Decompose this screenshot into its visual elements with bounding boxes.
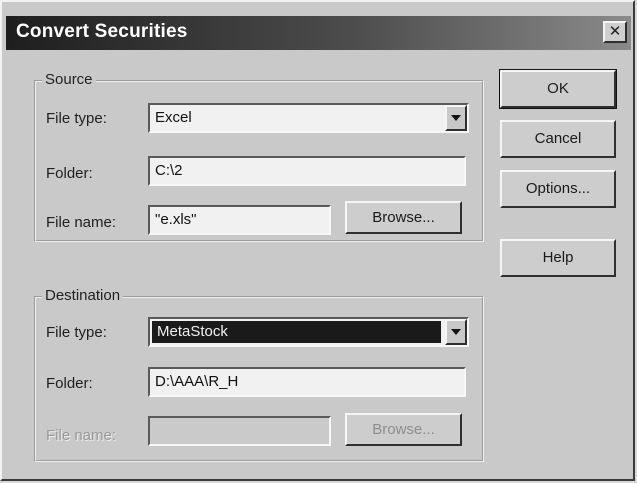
source-file-name-field[interactable]: "e.xls" bbox=[148, 205, 331, 235]
cancel-button[interactable]: Cancel bbox=[500, 120, 616, 158]
title-bar[interactable]: Convert Securities ✕ bbox=[6, 16, 631, 50]
source-file-type-label: File type: bbox=[46, 110, 107, 127]
destination-browse-button: Browse... bbox=[345, 413, 462, 446]
close-icon: ✕ bbox=[608, 23, 622, 40]
chevron-down-icon[interactable] bbox=[445, 105, 467, 131]
help-button[interactable]: Help bbox=[500, 239, 616, 277]
destination-file-type-label: File type: bbox=[46, 324, 107, 341]
source-group-label: Source bbox=[42, 71, 96, 88]
source-folder-label: Folder: bbox=[46, 165, 93, 182]
destination-file-type-select[interactable]: MetaStock bbox=[148, 317, 469, 347]
destination-file-name-label: File name: bbox=[46, 427, 117, 444]
source-file-type-value: Excel bbox=[155, 109, 192, 126]
destination-folder-field[interactable]: D:\AAA\R_H bbox=[148, 367, 466, 397]
close-button[interactable]: ✕ bbox=[603, 21, 627, 43]
window-title: Convert Securities bbox=[16, 21, 188, 42]
source-folder-field[interactable]: C:\2 bbox=[148, 156, 466, 186]
ok-button[interactable]: OK bbox=[499, 69, 617, 109]
source-browse-button[interactable]: Browse... bbox=[345, 201, 462, 234]
destination-file-name-field bbox=[148, 416, 331, 446]
options-button[interactable]: Options... bbox=[500, 170, 616, 208]
source-file-type-select[interactable]: Excel bbox=[148, 103, 469, 133]
destination-folder-label: Folder: bbox=[46, 375, 93, 392]
source-file-name-label: File name: bbox=[46, 214, 117, 231]
destination-group-label: Destination bbox=[42, 287, 124, 304]
chevron-down-icon[interactable] bbox=[445, 319, 467, 345]
convert-securities-dialog: Convert Securities ✕ Source File type: E… bbox=[0, 0, 635, 481]
destination-file-type-value: MetaStock bbox=[152, 321, 441, 343]
